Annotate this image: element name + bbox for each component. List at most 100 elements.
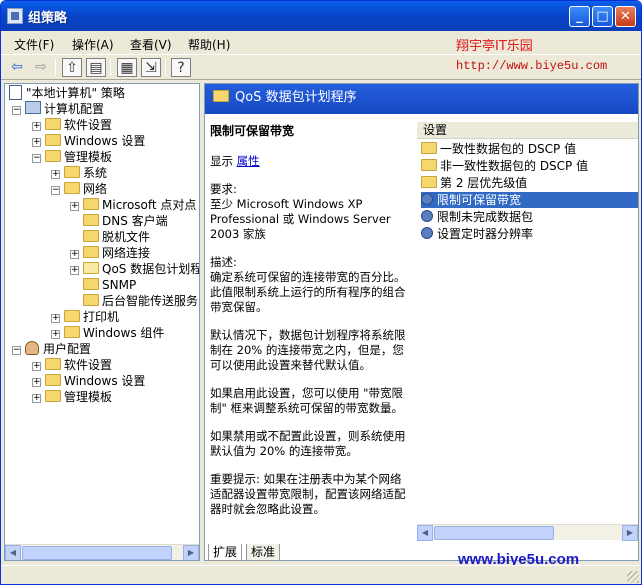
back-arrow-icon[interactable]: ⇦ [7,58,27,77]
tree-network-connections[interactable]: 网络连接 [83,245,150,261]
open-folder-icon [83,262,99,274]
export-list-icon[interactable]: ⇲ [141,58,161,77]
show-label: 显示 [210,154,233,168]
tree-software-settings[interactable]: 软件设置 [45,117,112,133]
list-item-selected[interactable]: 限制可保留带宽 [421,192,638,208]
close-button[interactable]: ✕ [615,6,636,27]
tree-computer-config[interactable]: 计算机配置 [25,101,104,117]
description-text: 描述: 确定系统可保留的连接带宽的百分比。此值限制系统上运行的所有程序的组合带宽… [210,255,406,314]
properties-link[interactable]: 属性 [237,154,260,168]
disabled-text: 如果禁用或不配置此设置，则系统使用默认值为 20% 的连接带宽。 [210,429,406,458]
tab-standard[interactable]: 标准 [246,544,281,561]
tree-snmp[interactable]: SNMP [83,277,136,293]
list-item[interactable]: 非一致性数据包的 DSCP 值 [421,158,638,174]
folder-icon [45,374,61,386]
status-bar [1,565,641,584]
window-title: 组策略 [28,11,68,26]
folder-icon [83,294,99,306]
tree-user-windows-settings[interactable]: Windows 设置 [45,373,145,389]
menu-file[interactable]: 文件(F) [14,36,54,53]
tree-dns-client[interactable]: DNS 客户端 [83,213,168,229]
expand-icon[interactable]: + [32,378,41,387]
folder-icon [45,134,61,146]
list-item[interactable]: 一致性数据包的 DSCP 值 [421,141,638,157]
tree-user-software-settings[interactable]: 软件设置 [45,357,112,373]
expand-icon[interactable]: + [32,394,41,403]
group-policy-icon [7,8,23,24]
folder-icon [83,198,99,210]
tree-windows-components[interactable]: Windows 组件 [64,325,164,341]
expand-icon[interactable]: + [70,266,79,275]
expand-icon[interactable]: + [51,170,60,179]
expand-icon[interactable]: + [32,362,41,371]
tree-system[interactable]: 系统 [64,165,107,181]
list-horizontal-scrollbar[interactable]: ◀ ▶ [417,524,638,541]
forward-arrow-icon[interactable]: ⇨ [31,58,51,77]
expand-icon[interactable]: + [32,138,41,147]
folder-icon [64,166,80,178]
help-icon[interactable]: ? [171,58,191,77]
setting-icon [421,227,433,239]
tree-user-config[interactable]: 用户配置 [25,341,91,357]
setting-icon [421,210,433,222]
tree-printers[interactable]: 打印机 [64,309,119,325]
list-item[interactable]: 限制未完成数据包 [421,209,638,225]
expand-icon[interactable]: + [51,330,60,339]
folder-icon [421,176,437,188]
folder-icon [45,150,61,162]
scroll-thumb[interactable] [434,526,554,540]
tree-windows-settings[interactable]: Windows 设置 [45,133,145,149]
expand-icon[interactable]: + [51,314,60,323]
list-item[interactable]: 第 2 层优先级值 [421,175,638,191]
list-item[interactable]: 设置定时器分辨率 [421,226,638,242]
collapse-icon[interactable]: − [32,154,41,163]
tree-user-admin-templates[interactable]: 管理模板 [45,389,112,405]
folder-icon [64,326,80,338]
menu-view[interactable]: 查看(V) [130,36,172,53]
tree-bits[interactable]: 后台智能传送服务 [83,293,198,309]
tree-offline-files[interactable]: 脱机文件 [83,229,150,245]
folder-icon [64,182,80,194]
setting-title: 限制可保留带宽 [210,124,295,138]
important-text: 重要提示: 如果在注册表中为某个网络适配器设置带宽限制，配置该网络适配器时就会忽… [210,472,406,516]
folder-icon [421,159,437,171]
tree-admin-templates[interactable]: 管理模板 [45,149,112,165]
properties-icon[interactable]: ▦ [117,58,137,77]
resize-grip-icon[interactable] [627,571,639,583]
menu-help[interactable]: 帮助(H) [188,36,230,53]
tree-microsoft-p2p[interactable]: Microsoft 点对点 [83,197,196,213]
details-pane: QoS 数据包计划程序 限制可保留带宽 显示 属性 要求: 至少 Microso… [204,83,639,561]
maximize-button[interactable]: □ [592,6,613,27]
policy-document-icon [9,85,22,100]
settings-list: 设置 一致性数据包的 DSCP 值 非一致性数据包的 DSCP 值 第 2 层优… [417,122,638,546]
tab-extended[interactable]: 扩展 [208,544,243,561]
column-header-setting[interactable]: 设置 [417,122,638,139]
setting-icon [421,193,433,205]
minimize-button[interactable]: _ [569,6,590,27]
expand-icon[interactable]: + [70,202,79,211]
folder-icon [421,142,437,154]
tree-network[interactable]: 网络 [64,181,107,197]
user-icon [25,341,39,355]
show-hide-tree-icon[interactable]: ▤ [86,58,106,77]
menu-action[interactable]: 操作(A) [72,36,114,53]
scroll-left-icon[interactable]: ◀ [5,545,21,560]
watermark-url: http://www.biye5u.com [456,59,608,73]
expand-icon[interactable]: + [70,250,79,259]
collapse-icon[interactable]: − [12,106,21,115]
tree-root[interactable]: "本地计算机" 策略 [9,85,125,101]
expand-icon[interactable]: + [32,122,41,131]
toolbar: ⇦ ⇨ ⇧ ▤ ▦ ⇲ ? http://www.biye5u.com [1,54,641,80]
scroll-right-icon[interactable]: ▶ [622,525,638,541]
up-folder-icon[interactable]: ⇧ [62,58,82,77]
collapse-icon[interactable]: − [51,186,60,195]
scroll-right-icon[interactable]: ▶ [183,545,199,560]
scroll-left-icon[interactable]: ◀ [417,525,433,541]
tree-qos-scheduler[interactable]: QoS 数据包计划程序 [83,261,199,277]
console-tree: "本地计算机" 策略 − 计算机配置 + 软件设置 + Windows 设置 −… [4,83,200,561]
app-window: 组策略 _ □ ✕ 文件(F) 操作(A) 查看(V) 帮助(H) 翔宇亭IT乐… [0,0,642,585]
tree-horizontal-scrollbar[interactable]: ◀ ▶ [5,544,199,560]
collapse-icon[interactable]: − [12,346,21,355]
scroll-thumb[interactable] [22,546,172,560]
title-bar[interactable]: 组策略 _ □ ✕ [1,1,641,31]
